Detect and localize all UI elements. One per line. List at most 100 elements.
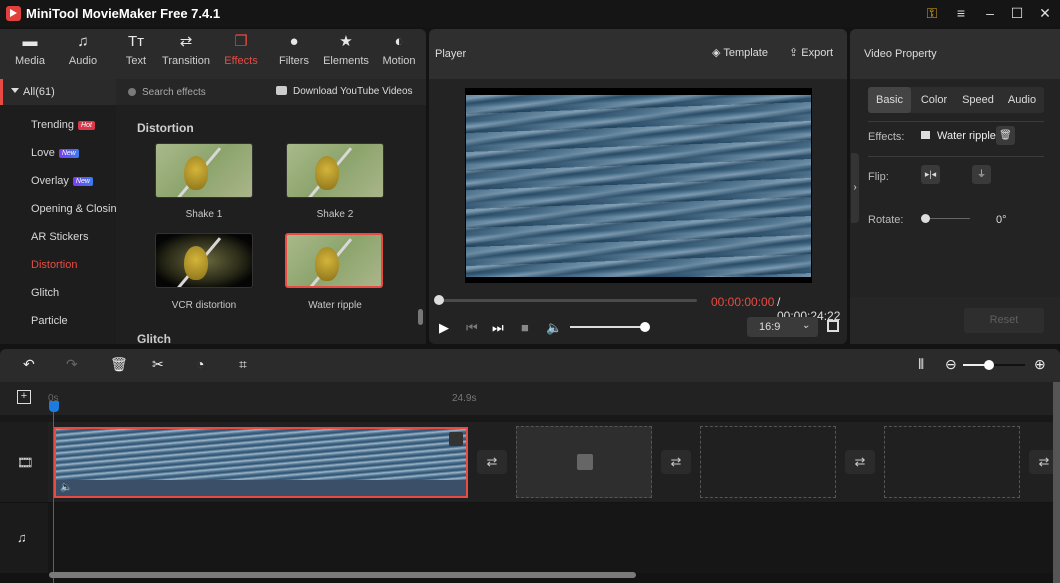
tab-motion[interactable]: ◐ Motion <box>373 29 425 79</box>
tab-speed[interactable]: Speed <box>956 87 1000 113</box>
rotate-value: 0° <box>996 214 1007 226</box>
vertical-scrollbar[interactable] <box>1053 382 1060 583</box>
undo-icon[interactable]: ↶ <box>23 356 35 373</box>
category-trending[interactable]: Trending Hot <box>31 119 95 131</box>
text-icon: Tт <box>127 33 145 50</box>
rotate-handle[interactable] <box>921 214 930 223</box>
empty-clip-slot[interactable] <box>700 426 836 498</box>
music-icon: ♫ <box>77 33 89 50</box>
tab-filters[interactable]: ● Filters <box>268 29 320 79</box>
effect-thumb-water-ripple[interactable] <box>285 233 383 288</box>
speed-icon[interactable]: ◔ <box>196 356 204 372</box>
tab-elements[interactable]: ★ Elements <box>320 29 372 79</box>
export-button[interactable]: ⇪ Export <box>789 46 833 59</box>
filters-icon: ● <box>289 33 299 50</box>
effect-thumb-shake-2[interactable] <box>286 143 384 198</box>
timeline-ruler <box>0 382 1060 415</box>
property-tabs: Basic Color Speed Audio <box>868 87 1044 113</box>
category-love[interactable]: Love New <box>31 147 79 159</box>
next-frame-button[interactable]: ⏭ <box>492 320 504 336</box>
video-preview <box>465 88 812 283</box>
collapse-panel-chevron-icon[interactable]: › <box>851 153 859 223</box>
zoom-handle[interactable] <box>984 360 994 370</box>
redo-icon[interactable]: ↷ <box>66 356 78 373</box>
zoom-in-icon[interactable]: ⊕ <box>1034 356 1046 373</box>
volume-icon[interactable]: 🔈 <box>546 320 562 336</box>
player-panel: Player ◈ Template ⇪ Export 00:00:00:00 /… <box>429 29 847 344</box>
effect-label: Shake 1 <box>185 209 223 220</box>
category-distortion[interactable]: Distortion <box>31 259 77 271</box>
horizontal-scrollbar[interactable] <box>49 572 636 578</box>
import-icon <box>577 454 593 470</box>
category-ar-stickers[interactable]: AR Stickers <box>31 231 88 243</box>
category-opening-closing[interactable]: Opening & Closing <box>31 203 116 215</box>
effects-scrollbar[interactable] <box>418 309 423 325</box>
effect-thumb-shake-1[interactable] <box>155 143 253 198</box>
reset-button[interactable]: Reset <box>964 308 1044 333</box>
maximize-button[interactable]: ☐ <box>1006 4 1028 22</box>
template-button[interactable]: ◈ Template <box>712 46 768 59</box>
fit-timeline-icon[interactable]: ⦀ <box>918 356 924 373</box>
empty-clip-slot[interactable] <box>884 426 1020 498</box>
tab-media[interactable]: ▬ Media <box>4 29 56 79</box>
zoom-out-icon[interactable]: ⊖ <box>945 356 957 373</box>
prev-frame-button[interactable]: ⏮ <box>466 320 478 336</box>
flip-horizontal-icon[interactable]: ▸|◂ <box>921 165 940 184</box>
effect-label: Water ripple <box>308 300 362 311</box>
tab-color[interactable]: Color <box>914 87 954 113</box>
play-button[interactable]: ▶ <box>439 320 449 336</box>
tab-audio[interactable]: ♫ Audio <box>57 29 109 79</box>
volume-icon[interactable]: 🔈 <box>60 482 72 493</box>
tab-effects[interactable]: ❐ Effects <box>215 29 267 79</box>
tab-basic[interactable]: Basic <box>868 87 911 113</box>
seek-bar[interactable] <box>439 299 697 302</box>
playhead-handle[interactable] <box>49 401 59 412</box>
tab-audio[interactable]: Audio <box>1002 87 1042 113</box>
transition-button[interactable]: ⇄ <box>661 450 691 474</box>
layers-icon: ◈ <box>712 47 724 59</box>
motion-icon: ◐ <box>394 33 404 50</box>
app-logo-icon <box>6 6 21 21</box>
empty-clip-slot[interactable] <box>516 426 652 498</box>
menu-icon[interactable]: ≡ <box>950 4 972 22</box>
fullscreen-icon[interactable] <box>827 320 839 332</box>
effect-icon <box>921 131 930 139</box>
section-title: Glitch <box>137 332 172 344</box>
category-all[interactable]: All(61) <box>0 79 116 105</box>
delete-icon[interactable]: 🗑 <box>110 356 128 373</box>
split-scissors-icon[interactable]: ✂ <box>152 356 164 373</box>
effect-thumb-vcr-distortion[interactable] <box>155 233 253 288</box>
category-overlay[interactable]: Overlay New <box>31 175 93 187</box>
crop-icon[interactable]: ⌗ <box>239 356 247 373</box>
rotate-slider[interactable] <box>926 218 970 219</box>
trash-icon[interactable]: 🗑 <box>996 126 1015 145</box>
new-badge: New <box>58 149 79 158</box>
close-button[interactable]: ✕ <box>1034 4 1056 22</box>
tab-transition[interactable]: ⇄ Transition <box>160 29 212 79</box>
stop-button[interactable]: ■ <box>521 320 529 335</box>
audio-track <box>48 503 1060 573</box>
search-input[interactable]: Search effects <box>142 87 206 98</box>
transition-button[interactable]: ⇄ <box>477 450 507 474</box>
film-icon: 🎞 <box>17 455 34 470</box>
volume-slider[interactable] <box>570 326 646 328</box>
applied-effect-name: Water ripple <box>937 130 996 142</box>
key-icon[interactable]: ⚿ <box>921 4 943 22</box>
minimize-button[interactable]: – <box>979 4 1001 22</box>
volume-handle[interactable] <box>640 322 650 332</box>
transition-button[interactable]: ⇄ <box>845 450 875 474</box>
category-particle[interactable]: Particle <box>31 315 68 327</box>
seek-handle[interactable] <box>434 295 444 305</box>
transition-icon: ⇄ <box>179 33 193 50</box>
search-bar[interactable]: Search effects Download YouTube Videos <box>116 79 426 105</box>
flip-vertical-icon[interactable]: ⏚ <box>972 165 991 184</box>
video-property-panel: Video Property Basic Color Speed Audio E… <box>850 29 1060 344</box>
music-icon: ♫ <box>17 530 27 545</box>
category-glitch[interactable]: Glitch <box>31 287 59 299</box>
tab-text[interactable]: Tт Text <box>110 29 162 79</box>
download-youtube-link[interactable]: Download YouTube Videos <box>293 86 413 97</box>
aspect-ratio-select[interactable]: 16:9 ⌄ <box>747 317 818 337</box>
tick-label: 24.9s <box>452 393 477 404</box>
add-track-icon[interactable]: + <box>17 390 31 404</box>
video-clip[interactable]: 🔈 <box>54 427 468 498</box>
